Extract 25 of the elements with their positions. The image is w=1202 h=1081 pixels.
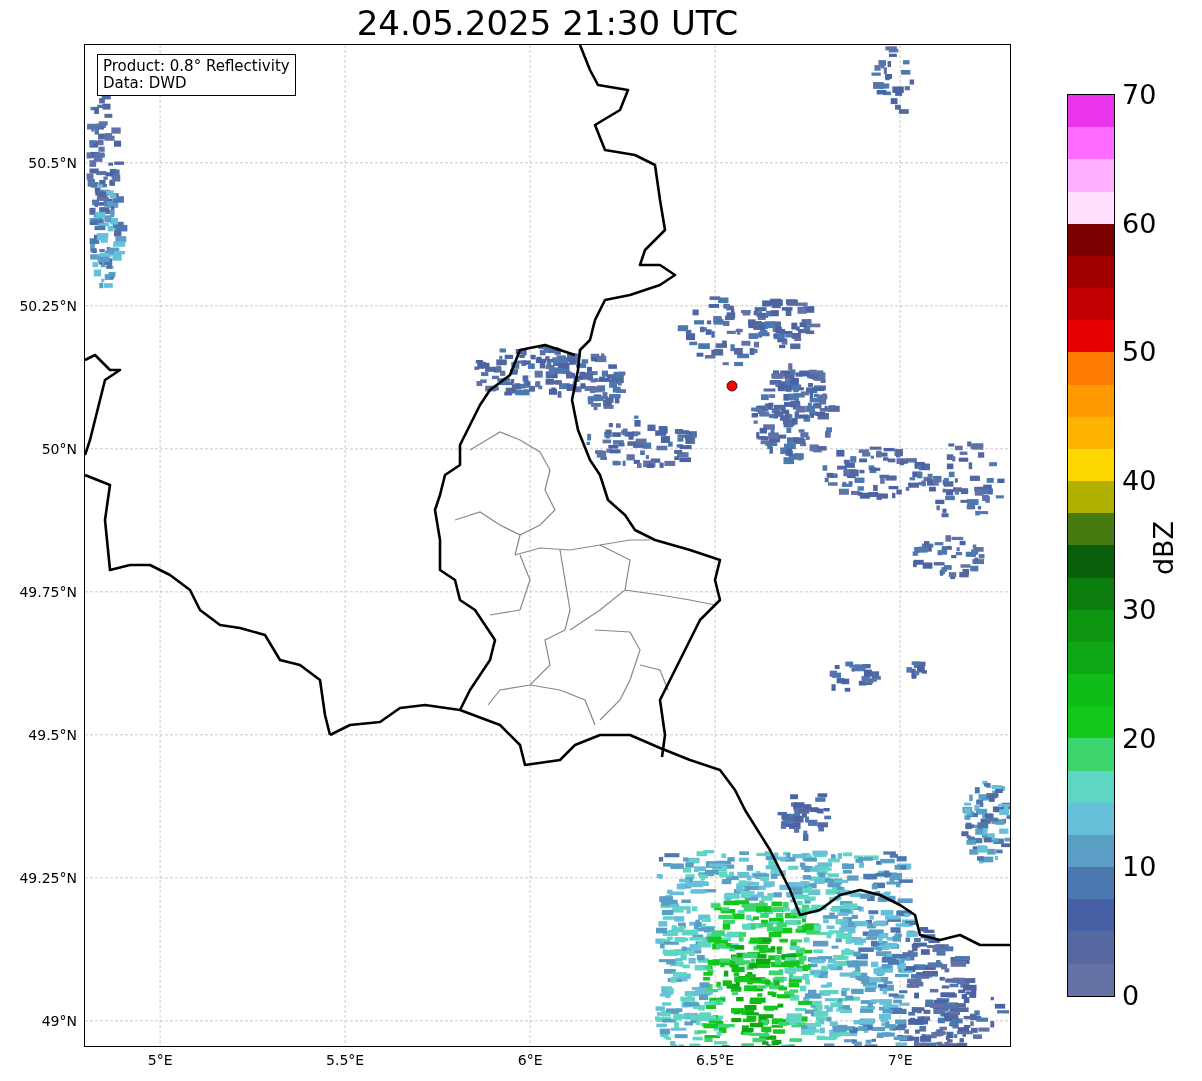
scale-label: 40: [1122, 466, 1157, 497]
scale-label: 30: [1122, 594, 1157, 625]
scale-label: 60: [1122, 208, 1157, 239]
latitude-label: 50°N: [41, 440, 77, 457]
latitude-label: 49.75°N: [19, 583, 77, 600]
longitude-label: 7°E: [887, 1052, 913, 1068]
longitude-label: 6.5°E: [696, 1052, 735, 1068]
latitude-label: 49.25°N: [19, 869, 77, 886]
info-text: Data: DWD: [103, 75, 188, 92]
latitude-label: 50.5°N: [28, 154, 77, 171]
chart-title: 24.05.2025 21:30 UTC: [355, 2, 740, 44]
longitude-label: 5°E: [147, 1052, 173, 1068]
scale-label: 10: [1122, 852, 1157, 883]
info-text: Product: 0.8° Reflectivity: [103, 58, 290, 75]
longitude-label: 5.5°E: [326, 1052, 365, 1068]
scale-label: 0: [1122, 981, 1140, 1011]
unit-label: dBZ: [1147, 520, 1179, 576]
latitude-label: 50.25°N: [19, 297, 77, 314]
scale-label: 20: [1122, 723, 1157, 754]
scale-label: 70: [1122, 80, 1157, 110]
scale-label: 50: [1122, 337, 1157, 368]
latitude-label: 49.5°N: [28, 726, 77, 743]
latitude-label: 49°N: [41, 1012, 77, 1029]
longitude-label: 6°E: [517, 1052, 543, 1068]
radar-site-marker: [726, 380, 738, 392]
